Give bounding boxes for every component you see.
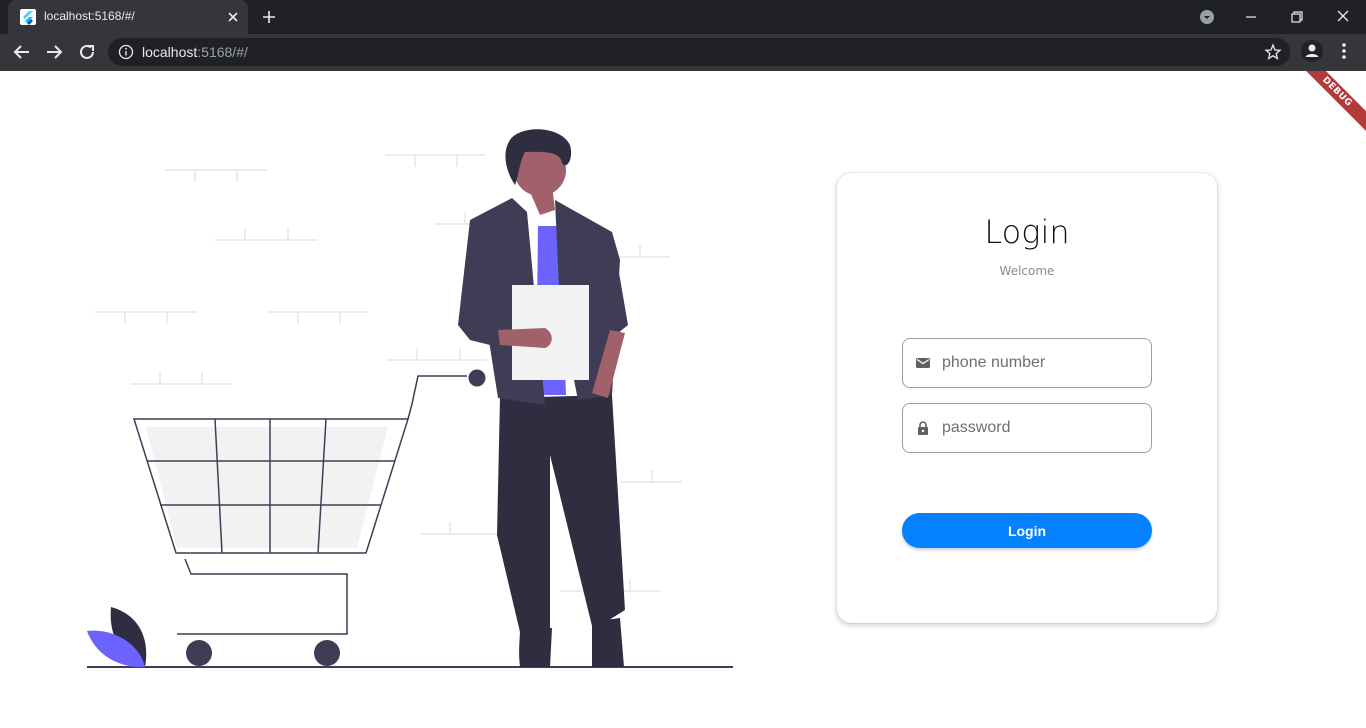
app-page: DEBUG Login Welcome Login: [0, 71, 1366, 728]
phone-field[interactable]: [902, 338, 1152, 388]
browser-tab[interactable]: localhost:5168/#/: [8, 0, 248, 34]
tab-search-icon[interactable]: [1196, 6, 1218, 28]
tab-title: localhost:5168/#/: [44, 9, 135, 23]
flutter-favicon-icon: [20, 9, 36, 25]
shopping-cart-graphic: [132, 369, 486, 666]
bookmark-star-icon[interactable]: [1264, 43, 1282, 61]
browser-toolbar: localhost:5168/#/: [0, 34, 1366, 71]
lock-icon: [915, 420, 931, 436]
forward-icon[interactable]: [42, 40, 66, 64]
login-subtitle: Welcome: [999, 264, 1055, 278]
reload-icon[interactable]: [75, 40, 99, 64]
browser-menu-icon[interactable]: [1334, 39, 1354, 63]
back-icon[interactable]: [10, 40, 34, 64]
url-text[interactable]: localhost:5168/#/: [142, 44, 248, 60]
debug-banner: DEBUG: [1293, 71, 1366, 136]
profile-avatar-icon[interactable]: [1300, 39, 1324, 63]
browser-tab-strip: localhost:5168/#/: [0, 0, 1366, 34]
phone-input[interactable]: [942, 339, 1142, 387]
password-field[interactable]: [902, 403, 1152, 453]
url-path: :5168/#/: [197, 44, 248, 60]
new-tab-icon[interactable]: [259, 7, 279, 27]
site-info-icon[interactable]: [118, 44, 134, 60]
person-graphic: [458, 129, 628, 667]
login-button[interactable]: Login: [902, 513, 1152, 548]
tab-close-icon[interactable]: [224, 8, 242, 26]
password-input[interactable]: [942, 404, 1142, 452]
login-title: Login: [984, 213, 1070, 251]
close-window-icon[interactable]: [1332, 6, 1354, 28]
mail-icon: [915, 355, 931, 371]
address-bar[interactable]: localhost:5168/#/: [108, 38, 1290, 66]
login-card: Login Welcome Login: [837, 173, 1217, 623]
shopping-illustration: [87, 129, 733, 668]
restore-icon[interactable]: [1286, 6, 1308, 28]
url-host: localhost: [142, 44, 198, 60]
minimize-icon[interactable]: [1240, 6, 1262, 28]
